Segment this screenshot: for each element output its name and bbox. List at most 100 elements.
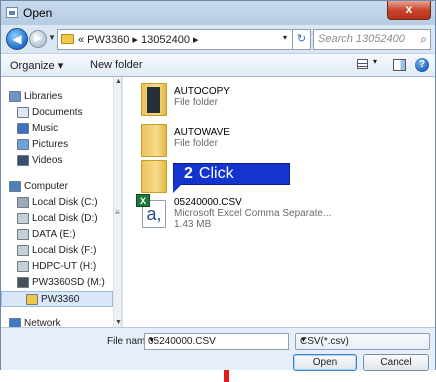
- nav-item-label: Documents: [32, 107, 83, 118]
- nav-item-label: PW3360SD (M:): [32, 277, 105, 288]
- address-dropdown-icon[interactable]: ▾: [283, 33, 287, 42]
- nav-item-label: Local Disk (D:): [32, 213, 98, 224]
- scroll-down-icon[interactable]: ▼: [115, 319, 121, 326]
- views-dropdown-icon[interactable]: ▾: [373, 57, 377, 66]
- libraries-icon: [9, 91, 21, 102]
- back-button[interactable]: ◀: [6, 28, 28, 50]
- nav-item-hdpc-ut-h[interactable]: HDPC-UT (H:): [1, 259, 113, 275]
- drive-icon: [17, 261, 29, 272]
- navigation-pane: Libraries Documents Music Pictures Video…: [1, 77, 122, 327]
- computer-icon: [9, 181, 21, 192]
- file-type: File folder: [174, 97, 218, 108]
- chevron-down-icon[interactable]: ▼: [148, 337, 285, 344]
- pictures-icon: [17, 139, 29, 150]
- callout-step-number: 2: [184, 165, 193, 182]
- nav-item-local-disk-d[interactable]: Local Disk (D:): [1, 211, 113, 227]
- views-icon: [357, 59, 368, 69]
- callout-pointer: [173, 184, 182, 193]
- window-title: Open: [23, 6, 53, 20]
- chevron-down-icon[interactable]: ▼: [300, 337, 425, 344]
- file-name: 05240000.CSV: [174, 197, 242, 208]
- file-list: AUTOCOPY File folder AUTOWAVE File folde…: [123, 77, 435, 327]
- file-name: AUTOWAVE: [174, 127, 230, 138]
- close-button[interactable]: x: [387, 1, 431, 20]
- drive-icon: [17, 213, 29, 224]
- red-arrow-annotation: [224, 370, 229, 382]
- drive-icon: [17, 197, 29, 208]
- excel-csv-icon: a, X: [136, 194, 170, 230]
- nav-item-pw3360[interactable]: PW3360: [1, 291, 113, 307]
- nav-item-label: Local Disk (C:): [32, 197, 98, 208]
- nav-item-pw3360sd-m[interactable]: PW3360SD (M:): [1, 275, 113, 291]
- nav-item-label: Libraries: [24, 91, 63, 102]
- list-item[interactable]: a, X 05240000.CSV Microsoft Excel Comma …: [131, 194, 431, 234]
- address-row: ◀ ▶ ▼ « PW3360 ▸ 13052400 ▸ ▾ ↻ Search 1…: [1, 25, 435, 53]
- search-icon[interactable]: ⌕: [420, 32, 427, 47]
- nav-item-network[interactable]: Network: [1, 316, 113, 327]
- search-placeholder: Search 13052400: [318, 33, 405, 45]
- title-bar: Open x: [1, 1, 435, 25]
- forward-button[interactable]: ▶: [29, 30, 47, 48]
- drive-icon: [17, 229, 29, 240]
- change-view-button[interactable]: ▾: [357, 57, 385, 73]
- folder-icon: [61, 34, 74, 44]
- excel-badge-icon: X: [136, 194, 150, 207]
- open-button[interactable]: Open: [293, 354, 357, 371]
- organize-menu-button[interactable]: Organize ▾: [10, 59, 63, 72]
- nav-item-label: PW3360: [41, 294, 80, 305]
- scroll-thumb-grip-icon[interactable]: ≡: [115, 208, 120, 217]
- file-name-field[interactable]: 05240000.CSV ▼: [144, 333, 289, 350]
- file-name-panel: File name: 05240000.CSV ▼ CSV(*.csv) ▼ O…: [1, 327, 435, 371]
- nav-item-documents[interactable]: Documents: [1, 105, 113, 121]
- nav-item-label: Computer: [24, 181, 68, 192]
- scroll-up-icon[interactable]: ▲: [115, 78, 121, 85]
- nav-item-label: Network: [24, 318, 61, 327]
- file-name: AUTOCOPY: [174, 86, 230, 97]
- list-item[interactable]: AUTOCOPY File folder: [131, 83, 431, 123]
- list-item[interactable]: AUTOWAVE File folder: [131, 124, 431, 164]
- file-type-select[interactable]: CSV(*.csv) ▼: [295, 333, 430, 350]
- address-bar[interactable]: « PW3360 ▸ 13052400 ▸ ▾: [57, 29, 293, 50]
- callout-text: Click: [198, 165, 234, 182]
- nav-item-label: Music: [32, 123, 59, 134]
- folder-icon: [141, 160, 167, 193]
- recent-locations-button[interactable]: ▼: [48, 33, 56, 42]
- music-icon: [17, 123, 29, 134]
- nav-item-label: Pictures: [32, 139, 69, 150]
- nav-item-label: HDPC-UT (H:): [32, 261, 97, 272]
- search-input[interactable]: Search 13052400 ⌕: [313, 29, 431, 50]
- breadcrumb[interactable]: « PW3360 ▸ 13052400 ▸: [78, 33, 199, 46]
- network-icon: [9, 318, 21, 327]
- app-icon: [6, 7, 18, 18]
- folder-icon: [26, 294, 38, 305]
- nav-item-libraries[interactable]: Libraries: [1, 89, 113, 105]
- nav-item-label: Local Disk (F:): [32, 245, 97, 256]
- documents-icon: [17, 107, 29, 118]
- preview-pane-icon[interactable]: [393, 59, 406, 71]
- nav-item-data-e[interactable]: DATA (E:): [1, 227, 113, 243]
- nav-item-local-disk-f[interactable]: Local Disk (F:): [1, 243, 113, 259]
- help-icon[interactable]: ?: [415, 58, 429, 72]
- nav-item-label: Videos: [32, 155, 63, 166]
- file-type: File folder: [174, 138, 218, 149]
- command-bar: Organize ▾ New folder ▾ ?: [1, 53, 435, 77]
- nav-item-music[interactable]: Music: [1, 121, 113, 137]
- nav-item-local-disk-c[interactable]: Local Disk (C:): [1, 195, 113, 211]
- new-folder-button[interactable]: New folder: [90, 59, 143, 71]
- sd-drive-icon: [17, 277, 29, 288]
- folder-icon: [141, 124, 167, 157]
- videos-icon: [17, 155, 29, 166]
- nav-item-computer[interactable]: Computer: [1, 179, 113, 195]
- nav-item-pictures[interactable]: Pictures: [1, 137, 113, 153]
- drive-icon: [17, 245, 29, 256]
- file-size: 1.43 MB: [174, 219, 212, 230]
- folder-icon: [141, 83, 167, 116]
- nav-pane-scrollbar[interactable]: ▲ ≡ ▼: [113, 77, 121, 327]
- file-type: Microsoft Excel Comma Separate...: [174, 208, 332, 219]
- open-dialog: Open x ◀ ▶ ▼ « PW3360 ▸ 13052400 ▸ ▾ ↻ S…: [0, 0, 436, 371]
- cancel-button[interactable]: Cancel: [363, 354, 429, 371]
- refresh-button[interactable]: ↻: [293, 29, 311, 50]
- click-callout: 2 Click: [173, 163, 290, 185]
- nav-item-videos[interactable]: Videos: [1, 153, 113, 169]
- nav-item-label: DATA (E:): [32, 229, 76, 240]
